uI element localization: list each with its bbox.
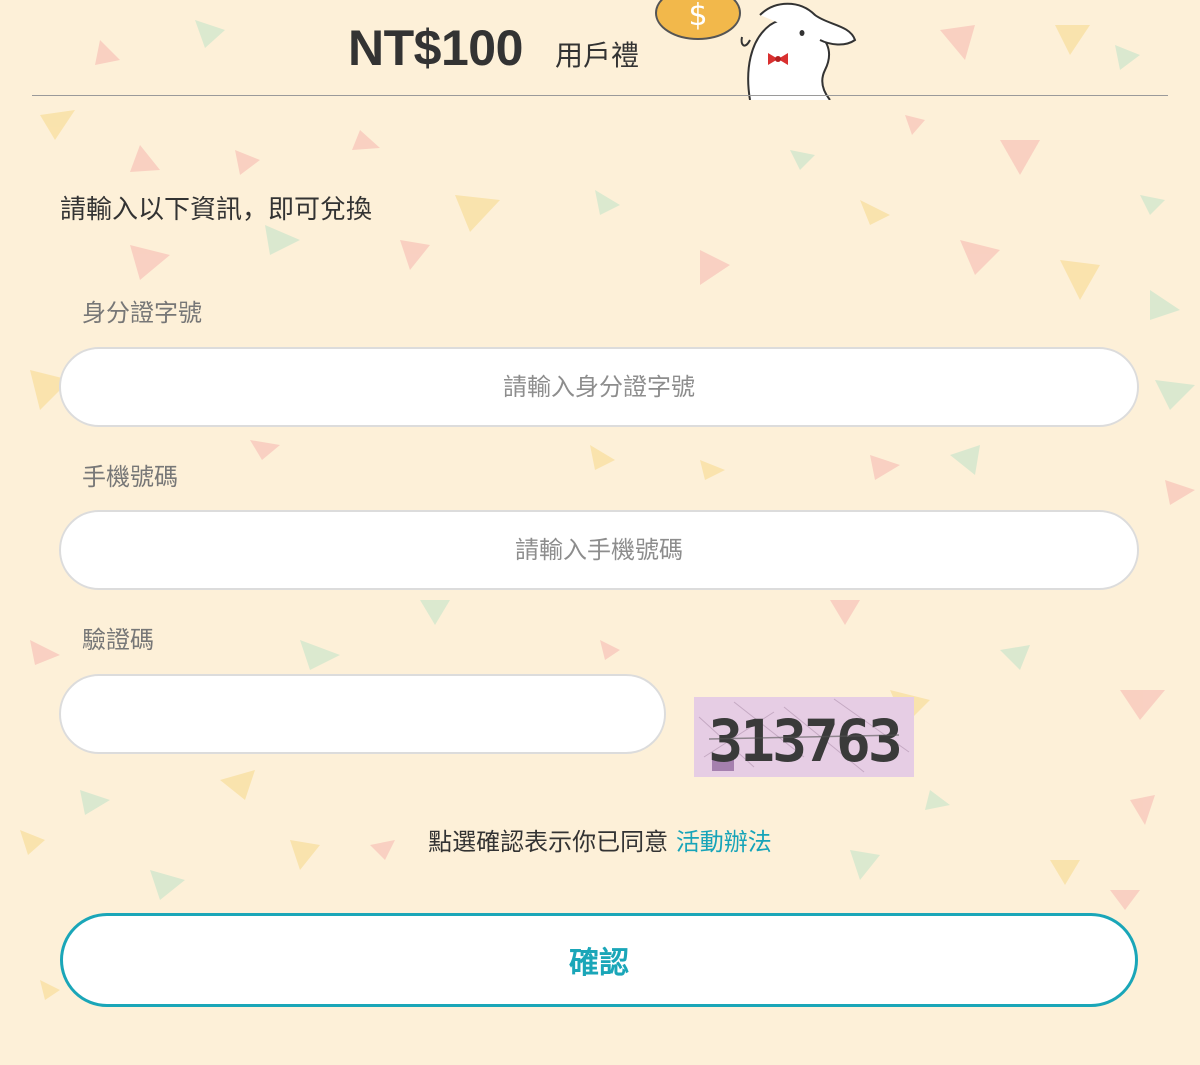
captcha-image[interactable]: 313763	[694, 697, 914, 777]
coin-dollar-sign: $	[688, 0, 707, 33]
captcha-input[interactable]	[59, 674, 666, 754]
phone-label: 手機號碼	[82, 463, 178, 491]
header-divider	[32, 95, 1168, 96]
dog-mascot-icon: $	[655, 0, 857, 100]
captcha-code: 313763	[708, 707, 900, 775]
header: NT$100 用戶禮 $	[0, 0, 1200, 100]
form-intro: 請輸入以下資訊，即可兌換	[60, 195, 373, 225]
captcha-label: 驗證碼	[82, 626, 154, 654]
terms-link[interactable]: 活動辦法	[676, 828, 772, 856]
agreement-notice: 點選確認表示你已同意 活動辦法	[0, 826, 1200, 858]
confirm-button[interactable]: 確認	[60, 913, 1138, 1007]
phone-input[interactable]	[59, 510, 1139, 590]
id-number-input[interactable]	[59, 347, 1139, 427]
reward-amount: NT$100	[348, 20, 523, 76]
id-number-label: 身分證字號	[82, 299, 202, 327]
reward-suffix: 用戶禮	[555, 39, 640, 72]
agreement-text: 點選確認表示你已同意	[428, 828, 676, 856]
